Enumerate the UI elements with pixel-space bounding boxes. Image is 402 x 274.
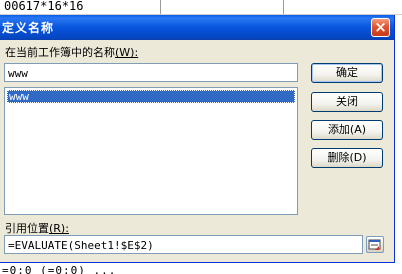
spreadsheet-row-bottom: =0:0 (=0:0) ... [0, 262, 402, 274]
refers-label-text: 引用位置 [5, 222, 49, 235]
collapse-dialog-icon[interactable] [366, 236, 384, 253]
cell-text-partial: =0:0 (=0:0) ... [2, 264, 117, 274]
dialog-title: 定义名称 [2, 21, 55, 35]
refers-to-input[interactable]: =EVALUATE(Sheet1!$E$2) [4, 235, 363, 254]
name-input[interactable]: www [4, 63, 298, 82]
cell-text: 00617*16*16 [4, 0, 84, 13]
names-label-text: 在当前工作簿中的名称 [5, 46, 115, 59]
gridline [283, 0, 284, 14]
names-label-accel: (W): [115, 46, 139, 59]
ok-button[interactable]: 确定 [311, 63, 383, 83]
dialog-titlebar[interactable]: 定义名称 × [0, 15, 394, 40]
add-button[interactable]: 添加(A) [311, 120, 383, 140]
gridline [160, 0, 161, 14]
close-icon[interactable]: × [371, 18, 390, 37]
names-label: 在当前工作簿中的名称(W): [5, 44, 138, 60]
list-item[interactable]: www [7, 90, 295, 103]
collapse-dialog-icon-glyph [368, 239, 381, 250]
refers-label-accel: (R): [49, 222, 69, 235]
spreadsheet-row: 00617*16*16 [0, 0, 402, 15]
delete-button[interactable]: 删除(D) [311, 148, 383, 168]
refers-to-label: 引用位置(R): [5, 220, 69, 236]
names-listbox[interactable]: www [4, 87, 298, 215]
close-button[interactable]: 关闭 [311, 92, 383, 112]
screen: 00617*16*16 =0:0 (=0:0) ... 定义名称 × 在当前工作… [0, 0, 402, 274]
define-name-dialog: 定义名称 × 在当前工作簿中的名称(W): www www 确定 关闭 添加(A… [0, 15, 395, 263]
